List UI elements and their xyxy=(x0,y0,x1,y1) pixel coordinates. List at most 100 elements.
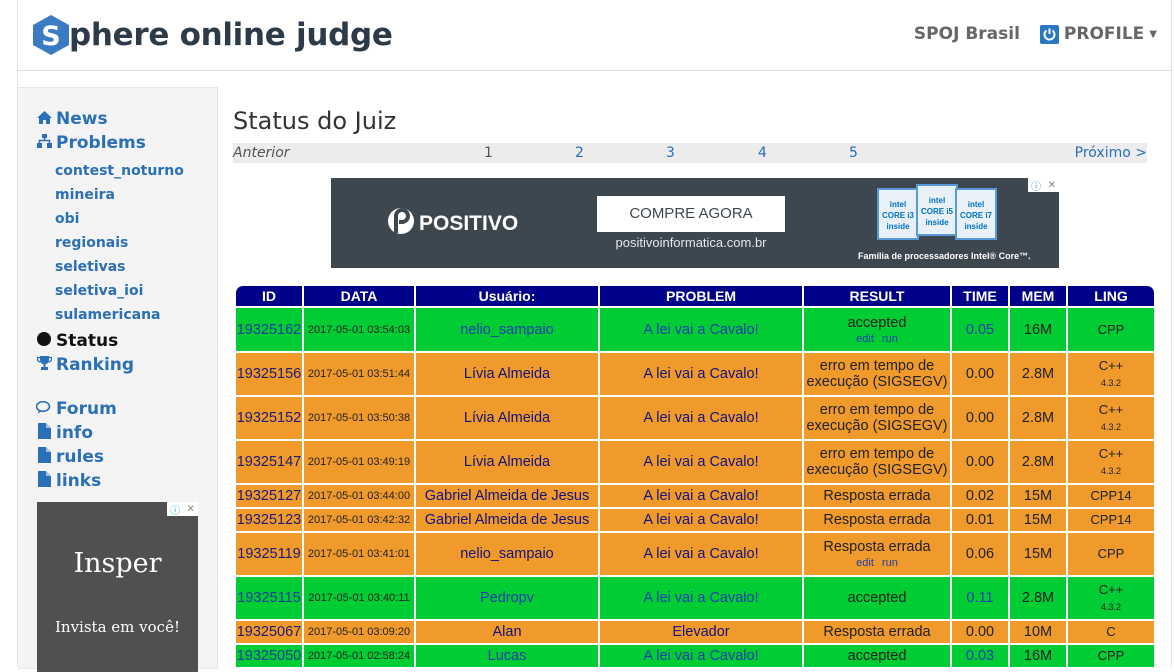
cell-user[interactable]: Gabriel Almeida de Jesus xyxy=(416,485,598,507)
pager-page-3[interactable]: 3 xyxy=(666,145,675,161)
cell-user[interactable]: Lívia Almeida xyxy=(416,397,598,439)
sidebar-item-links[interactable]: links xyxy=(36,471,101,491)
cell-id[interactable]: 19325127 xyxy=(236,485,302,507)
submission-id-link[interactable]: 19325152 xyxy=(237,410,302,426)
sidebar-item-news[interactable]: News xyxy=(36,109,108,129)
spoj-brasil-link[interactable]: SPOJ Brasil xyxy=(914,24,1020,44)
pager-page-5[interactable]: 5 xyxy=(849,145,858,161)
cell-id[interactable]: 19325156 xyxy=(236,353,302,395)
cell-user[interactable]: Lívia Almeida xyxy=(416,441,598,483)
user-link[interactable]: Gabriel Almeida de Jesus xyxy=(425,512,589,528)
cell-problem[interactable]: A lei vai a Cavalo! xyxy=(600,397,802,439)
sidebar-subitem-seletivas[interactable]: seletivas xyxy=(55,259,126,275)
problem-link[interactable]: A lei vai a Cavalo! xyxy=(643,512,758,528)
cell-id[interactable]: 19325123 xyxy=(236,509,302,531)
cell-user[interactable]: nelio_sampaio xyxy=(416,308,598,351)
sidebar-item-ranking[interactable]: Ranking xyxy=(36,355,134,375)
cell-problem[interactable]: A lei vai a Cavalo! xyxy=(600,509,802,531)
cell-user[interactable]: Lívia Almeida xyxy=(416,353,598,395)
pager-page-2[interactable]: 2 xyxy=(575,145,584,161)
cell-problem[interactable]: A lei vai a Cavalo! xyxy=(600,485,802,507)
cell-problem[interactable]: A lei vai a Cavalo! xyxy=(600,308,802,351)
profile-menu[interactable]: PROFILE ▼ xyxy=(1039,24,1157,44)
submission-id-link[interactable]: 19325127 xyxy=(237,488,302,504)
cell-id[interactable]: 19325152 xyxy=(236,397,302,439)
sidebar-item-forum[interactable]: Forum xyxy=(35,399,117,419)
cell-problem[interactable]: A lei vai a Cavalo! xyxy=(600,533,802,575)
cell-problem[interactable]: A lei vai a Cavalo! xyxy=(600,645,802,667)
sidebar-item-label: News xyxy=(56,109,108,129)
user-link[interactable]: nelio_sampaio xyxy=(460,322,554,338)
sidebar-subitem-sulamericana[interactable]: sulamericana xyxy=(55,307,161,323)
run-link[interactable]: run xyxy=(882,557,898,569)
submission-id-link[interactable]: 19325123 xyxy=(237,512,302,528)
pager-page-4[interactable]: 4 xyxy=(758,145,767,161)
pager-next[interactable]: Próximo > xyxy=(1075,145,1147,161)
lang-version: 4.3.2 xyxy=(1100,421,1122,432)
problem-link[interactable]: A lei vai a Cavalo! xyxy=(643,546,758,562)
cell-user[interactable]: nelio_sampaio xyxy=(416,533,598,575)
cell-id[interactable]: 19325119 xyxy=(236,533,302,575)
logo-text: phere online judge xyxy=(69,17,393,53)
user-link[interactable]: Gabriel Almeida de Jesus xyxy=(425,488,589,504)
submission-id-link[interactable]: 19325156 xyxy=(237,366,302,382)
problem-link[interactable]: A lei vai a Cavalo! xyxy=(643,454,758,470)
adchoices-icon[interactable]: ⓘ ✕ xyxy=(1028,178,1059,193)
cell-problem[interactable]: A lei vai a Cavalo! xyxy=(600,577,802,619)
cell-lang: CPP xyxy=(1068,645,1154,667)
banner-ad[interactable]: ⓘ ✕ POSITIVO COMPRE AGORA positivoinforma… xyxy=(331,178,1059,268)
run-link[interactable]: run xyxy=(882,333,898,345)
cell-id[interactable]: 19325050 xyxy=(236,645,302,667)
sidebar-subitem-mineira[interactable]: mineira xyxy=(55,187,115,203)
problem-link[interactable]: A lei vai a Cavalo! xyxy=(643,590,758,606)
sidebar-subitem-contest-noturno[interactable]: contest_noturno xyxy=(55,163,184,179)
submission-id-link[interactable]: 19325050 xyxy=(237,648,302,664)
cell-problem[interactable]: A lei vai a Cavalo! xyxy=(600,353,802,395)
cell-id[interactable]: 19325067 xyxy=(236,621,302,643)
site-logo[interactable]: S phere online judge xyxy=(32,14,393,56)
user-link[interactable]: Alan xyxy=(492,624,521,640)
sidebar-subitem-regionais[interactable]: regionais xyxy=(55,235,128,251)
problem-link[interactable]: A lei vai a Cavalo! xyxy=(643,488,758,504)
cell-problem[interactable]: A lei vai a Cavalo! xyxy=(600,441,802,483)
user-link[interactable]: Pedropv xyxy=(480,590,534,606)
sidebar-subitem-seletiva-ioi[interactable]: seletiva_ioi xyxy=(55,283,143,299)
sidebar-item-problems[interactable]: Problems xyxy=(36,133,146,153)
ad-cta-button[interactable]: COMPRE AGORA xyxy=(597,196,785,232)
cell-lang: CPP xyxy=(1068,308,1154,351)
submission-id-link[interactable]: 19325162 xyxy=(237,322,302,338)
cell-problem[interactable]: Elevador xyxy=(600,621,802,643)
user-link[interactable]: Lívia Almeida xyxy=(464,366,550,382)
cell-time: 0.01 xyxy=(952,509,1008,531)
user-link[interactable]: Lívia Almeida xyxy=(464,410,550,426)
sidebar-ad[interactable]: ⓘ ✕ Insper Invista em você! xyxy=(37,502,198,672)
table-header-row: ID DATA Usuário: PROBLEM RESULT TIME MEM… xyxy=(236,286,1154,306)
submission-id-link[interactable]: 19325115 xyxy=(237,590,300,606)
sidebar-item-label: rules xyxy=(56,447,104,467)
submission-id-link[interactable]: 19325067 xyxy=(237,624,302,640)
edit-link[interactable]: edit xyxy=(856,557,874,569)
sidebar-item-rules[interactable]: rules xyxy=(36,447,104,467)
cell-user[interactable]: Gabriel Almeida de Jesus xyxy=(416,509,598,531)
problem-link[interactable]: Elevador xyxy=(672,624,729,640)
cell-id[interactable]: 19325115 xyxy=(236,577,302,619)
submission-id-link[interactable]: 19325147 xyxy=(237,454,302,470)
adchoices-icon[interactable]: ⓘ ✕ xyxy=(167,502,198,517)
cell-id[interactable]: 19325162 xyxy=(236,308,302,351)
submission-id-link[interactable]: 19325119 xyxy=(237,546,300,562)
problem-link[interactable]: A lei vai a Cavalo! xyxy=(643,410,758,426)
user-link[interactable]: Lívia Almeida xyxy=(464,454,550,470)
user-link[interactable]: nelio_sampaio xyxy=(460,546,554,562)
sidebar-item-info[interactable]: info xyxy=(36,423,93,443)
cell-user[interactable]: Lucas xyxy=(416,645,598,667)
sidebar-item-status[interactable]: Status xyxy=(36,331,118,351)
user-link[interactable]: Lucas xyxy=(488,648,527,664)
cell-id[interactable]: 19325147 xyxy=(236,441,302,483)
cell-user[interactable]: Alan xyxy=(416,621,598,643)
problem-link[interactable]: A lei vai a Cavalo! xyxy=(643,322,758,338)
edit-link[interactable]: edit xyxy=(856,333,874,345)
problem-link[interactable]: A lei vai a Cavalo! xyxy=(643,366,758,382)
cell-user[interactable]: Pedropv xyxy=(416,577,598,619)
problem-link[interactable]: A lei vai a Cavalo! xyxy=(643,648,758,664)
sidebar-subitem-obi[interactable]: obi xyxy=(55,211,79,227)
